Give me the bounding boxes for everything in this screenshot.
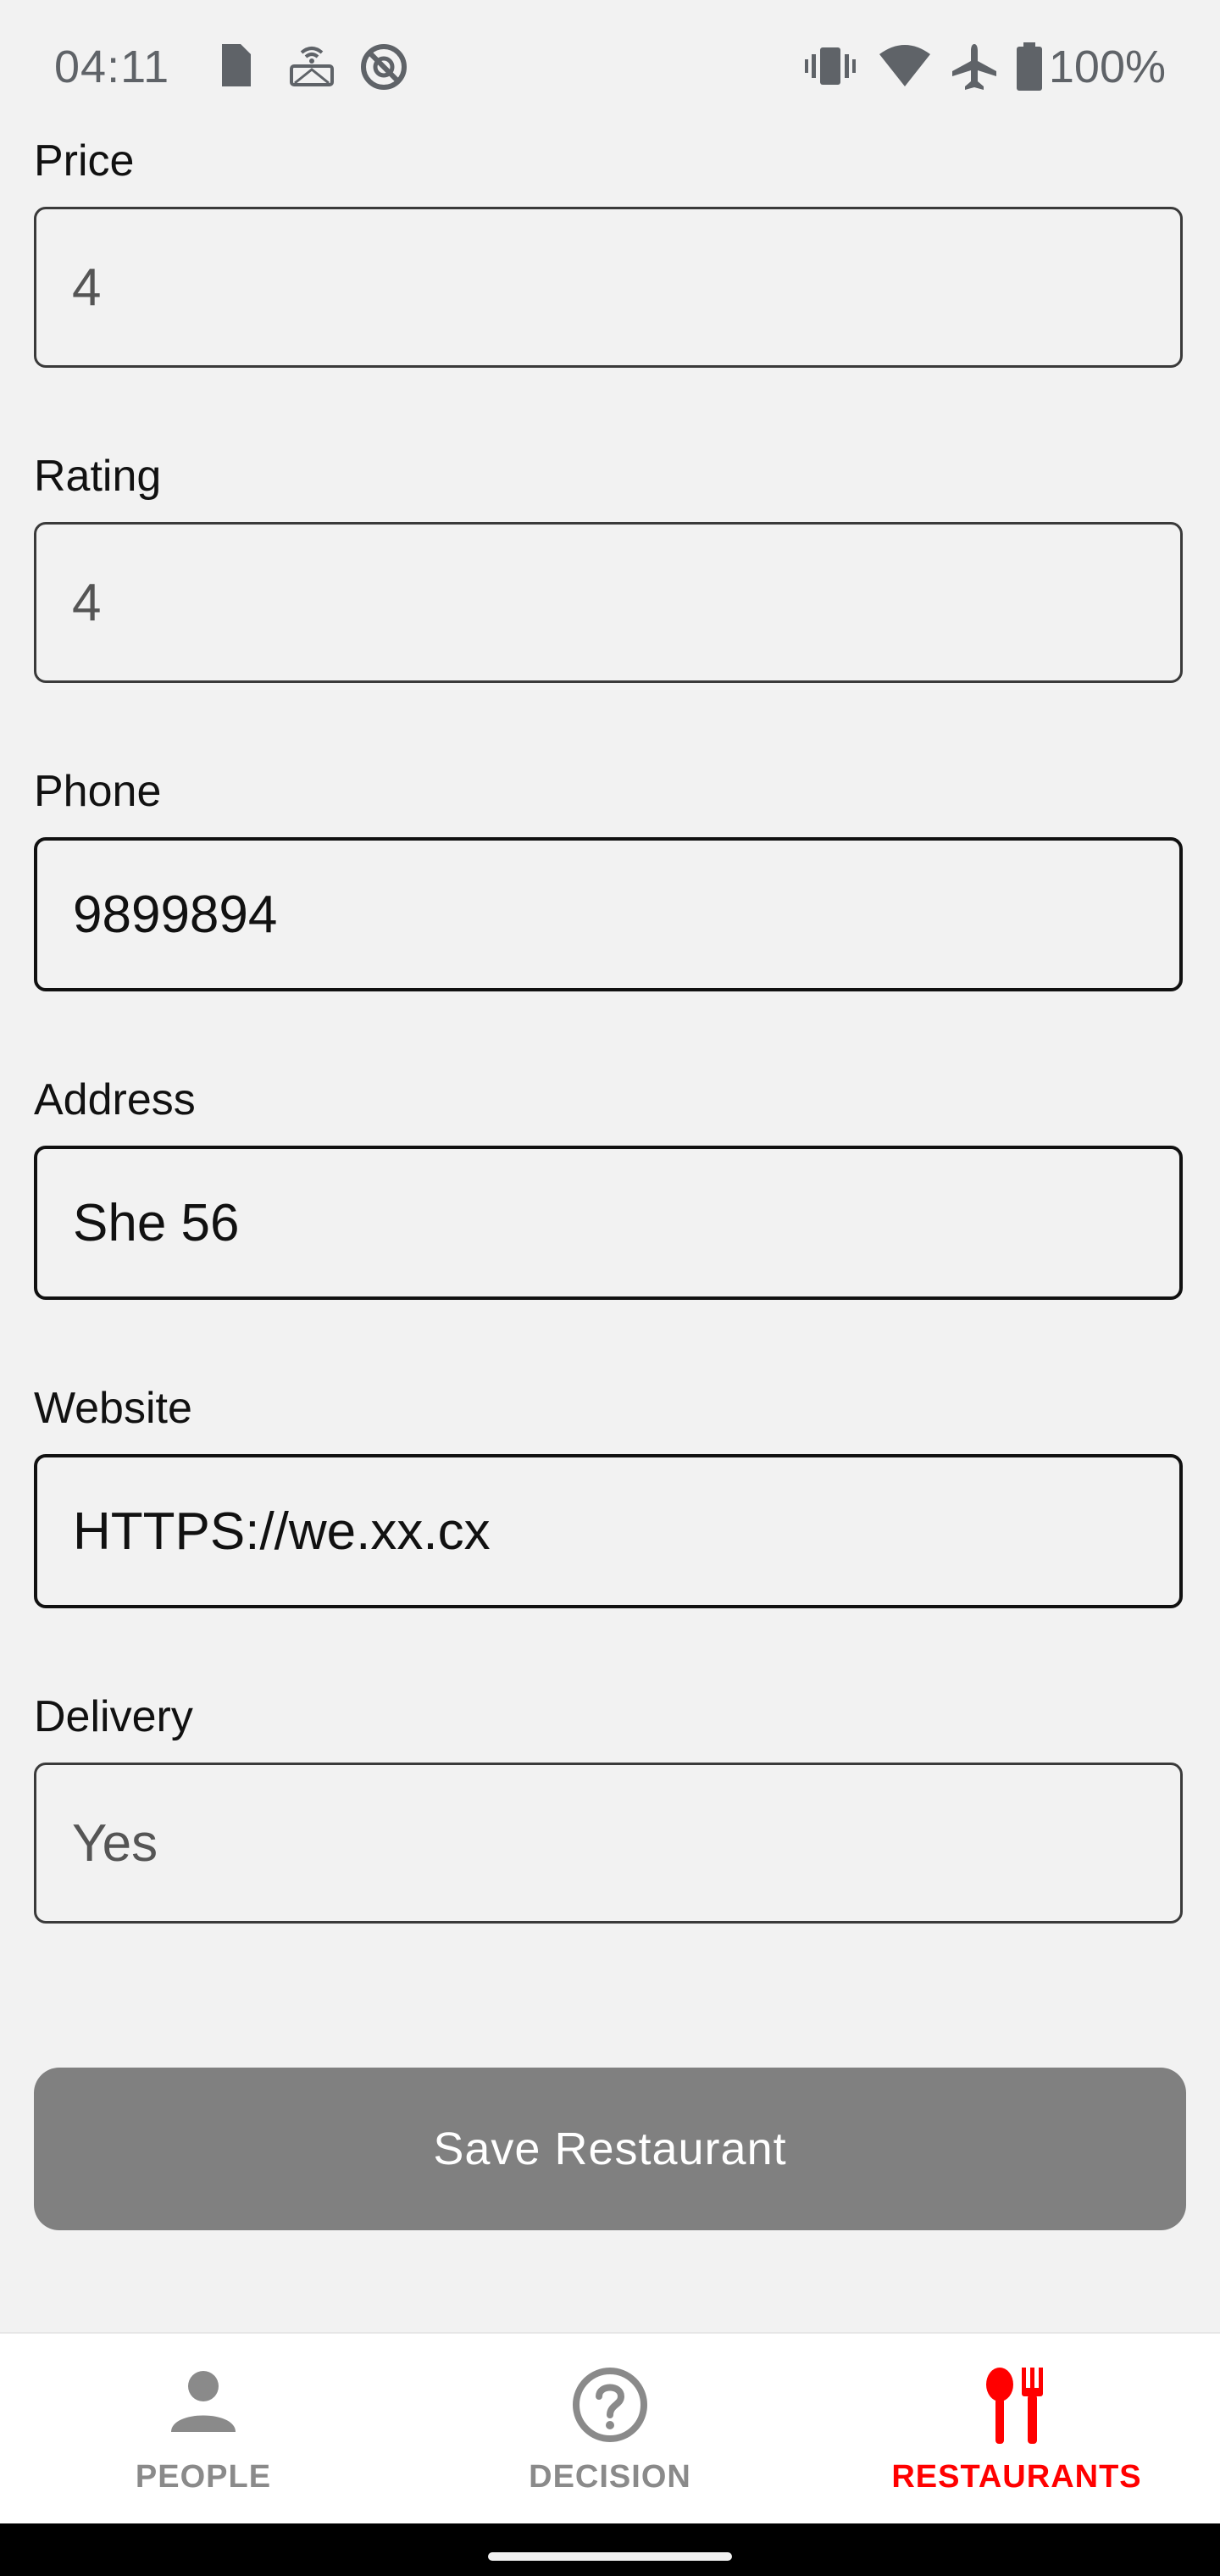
data-saver-icon	[359, 42, 408, 96]
nav-label-restaurants: RESTAURANTS	[891, 2459, 1142, 2495]
nav-label-decision: DECISION	[529, 2459, 691, 2495]
price-label: Price	[34, 136, 135, 186]
address-field[interactable]	[34, 1146, 1183, 1300]
bottom-navigation: PEOPLE DECISION RESTAURANTS	[0, 2332, 1220, 2525]
person-icon	[168, 2366, 239, 2441]
website-label: Website	[34, 1384, 192, 1433]
status-bar: 04:11 100%	[0, 0, 1220, 136]
phone-field[interactable]	[34, 837, 1183, 991]
rating-field[interactable]	[34, 522, 1183, 683]
restaurant-icon	[979, 2366, 1054, 2451]
battery-percentage: 100%	[1048, 42, 1166, 92]
wifi-icon	[878, 42, 932, 94]
home-gesture-handle[interactable]	[488, 2552, 732, 2561]
question-circle-icon	[571, 2366, 649, 2448]
status-time: 04:11	[54, 42, 170, 92]
phone-label: Phone	[34, 767, 162, 816]
price-field[interactable]	[34, 207, 1183, 368]
save-restaurant-button[interactable]: Save Restaurant	[34, 2068, 1186, 2230]
website-field[interactable]	[34, 1454, 1183, 1608]
nav-item-decision[interactable]: DECISION	[407, 2334, 813, 2525]
delivery-field[interactable]	[34, 1763, 1183, 1924]
airplane-icon	[951, 42, 998, 96]
sim-card-icon	[215, 42, 254, 94]
gesture-navigation-bar	[0, 2523, 1220, 2576]
nav-item-people[interactable]: PEOPLE	[0, 2334, 407, 2525]
nav-item-restaurants[interactable]: RESTAURANTS	[813, 2334, 1220, 2525]
rating-label: Rating	[34, 452, 162, 501]
address-label: Address	[34, 1075, 196, 1124]
delivery-label: Delivery	[34, 1692, 193, 1741]
nav-label-people: PEOPLE	[135, 2459, 272, 2495]
vibrate-icon	[805, 42, 856, 94]
battery-icon	[1015, 42, 1044, 96]
cast-icon	[288, 42, 336, 94]
